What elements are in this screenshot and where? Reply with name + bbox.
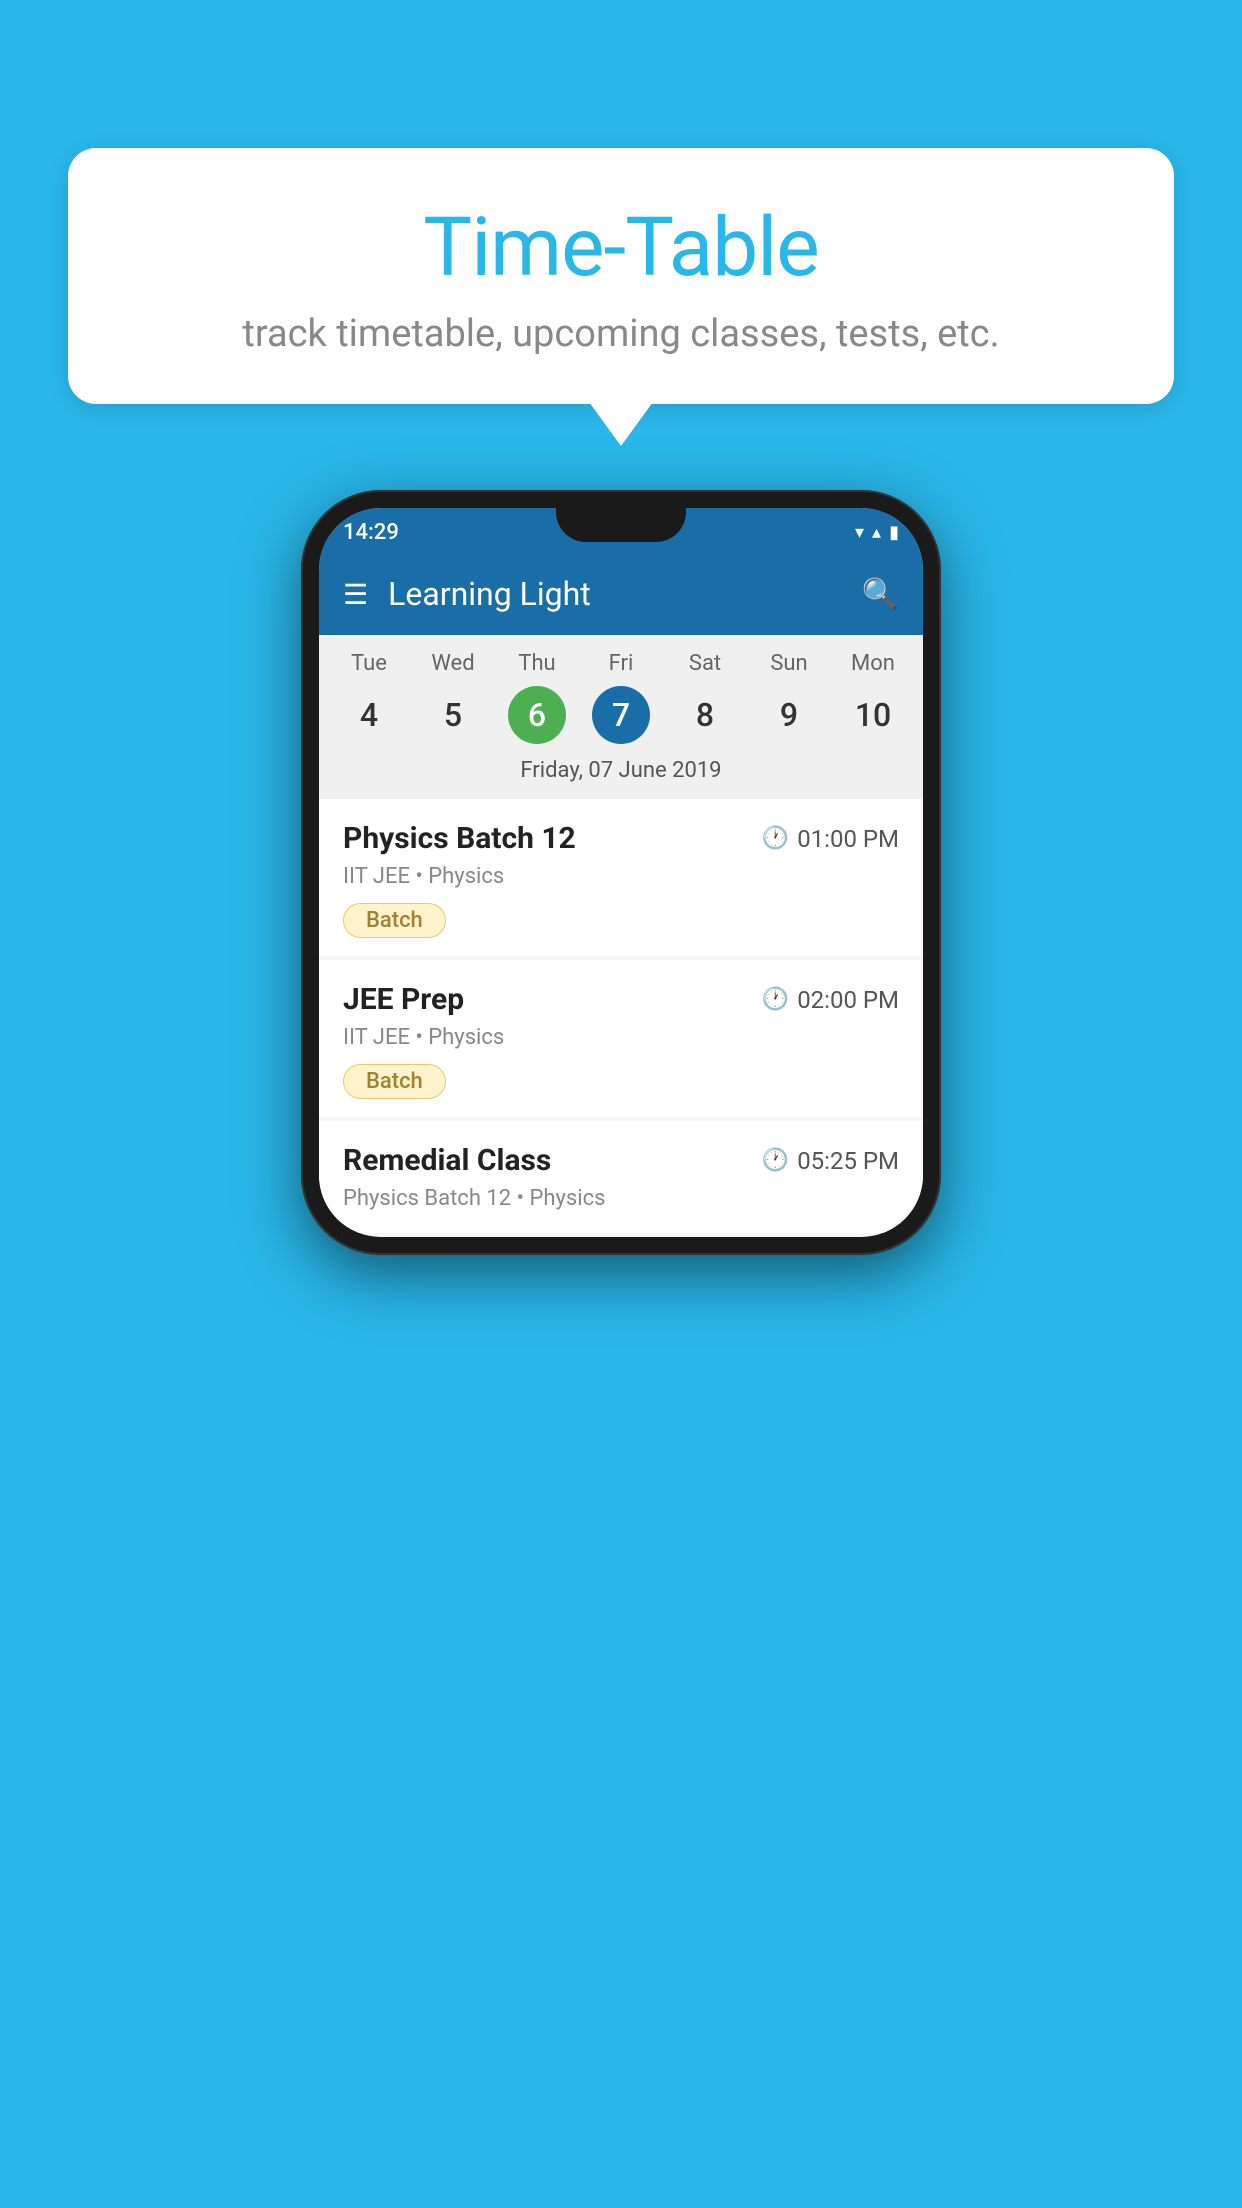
speech-bubble: Time-Table track timetable, upcoming cla… [68, 148, 1174, 404]
day-name-wed: Wed [431, 651, 474, 676]
class-time-val-3: 05:25 PM [797, 1147, 899, 1175]
day-num-fri: 7 [592, 686, 650, 744]
bubble-subtitle: track timetable, upcoming classes, tests… [128, 312, 1114, 356]
clock-icon-2: 🕐 [762, 987, 789, 1012]
day-name-mon: Mon [851, 651, 895, 676]
day-col-sun[interactable]: Sun 9 [750, 651, 828, 744]
class-item-top-1: Physics Batch 12 🕐 01:00 PM [343, 821, 899, 856]
selected-date-label: Friday, 07 June 2019 [319, 744, 923, 799]
battery-icon: ▮ [889, 522, 899, 543]
day-num-sat: 8 [676, 686, 734, 744]
batch-badge-2: Batch [343, 1064, 446, 1099]
class-item-top-3: Remedial Class 🕐 05:25 PM [343, 1143, 899, 1178]
search-icon[interactable]: 🔍 [862, 577, 899, 612]
app-title: Learning Light [388, 575, 862, 613]
day-col-fri[interactable]: Fri 7 [582, 651, 660, 744]
class-name-2: JEE Prep [343, 982, 464, 1017]
day-name-thu: Thu [518, 651, 555, 676]
day-col-mon[interactable]: Mon 10 [834, 651, 912, 744]
status-icons: ▾ ▴ ▮ [855, 522, 899, 543]
class-time-2: 🕐 02:00 PM [762, 986, 899, 1014]
class-item-3[interactable]: Remedial Class 🕐 05:25 PM Physics Batch … [319, 1121, 923, 1233]
class-subject-3: Physics Batch 12 • Physics [343, 1186, 899, 1211]
day-num-tue: 4 [340, 686, 398, 744]
clock-icon-1: 🕐 [762, 826, 789, 851]
day-num-thu: 6 [508, 686, 566, 744]
bubble-title: Time-Table [128, 200, 1114, 296]
class-subject-1: IIT JEE • Physics [343, 864, 899, 889]
days-row: Tue 4 Wed 5 Thu 6 Fri 7 [319, 651, 923, 744]
class-time-val-1: 01:00 PM [797, 825, 899, 853]
class-item-1[interactable]: Physics Batch 12 🕐 01:00 PM IIT JEE • Ph… [319, 799, 923, 956]
day-num-mon: 10 [844, 686, 902, 744]
speech-bubble-container: Time-Table track timetable, upcoming cla… [68, 148, 1174, 404]
day-col-sat[interactable]: Sat 8 [666, 651, 744, 744]
hamburger-icon[interactable]: ☰ [343, 578, 368, 611]
clock-icon-3: 🕐 [762, 1148, 789, 1173]
status-time: 14:29 [343, 520, 399, 545]
class-name-1: Physics Batch 12 [343, 821, 576, 856]
signal-icon: ▴ [872, 522, 881, 543]
batch-badge-1: Batch [343, 903, 446, 938]
class-time-val-2: 02:00 PM [797, 986, 899, 1014]
class-item-top-2: JEE Prep 🕐 02:00 PM [343, 982, 899, 1017]
class-item-2[interactable]: JEE Prep 🕐 02:00 PM IIT JEE • Physics Ba… [319, 960, 923, 1117]
day-name-sun: Sun [770, 651, 807, 676]
app-header: ☰ Learning Light 🔍 [319, 553, 923, 635]
class-list: Physics Batch 12 🕐 01:00 PM IIT JEE • Ph… [319, 799, 923, 1233]
phone-outer-frame: 14:29 ▾ ▴ ▮ ☰ Learning Light 🔍 Tue [301, 490, 941, 1255]
day-col-wed[interactable]: Wed 5 [414, 651, 492, 744]
day-name-tue: Tue [351, 651, 387, 676]
day-name-sat: Sat [689, 651, 721, 676]
day-num-sun: 9 [760, 686, 818, 744]
class-time-3: 🕐 05:25 PM [762, 1147, 899, 1175]
class-name-3: Remedial Class [343, 1143, 551, 1178]
wifi-icon: ▾ [855, 522, 864, 543]
day-col-thu[interactable]: Thu 6 [498, 651, 576, 744]
calendar-strip: Tue 4 Wed 5 Thu 6 Fri 7 [319, 635, 923, 799]
status-bar: 14:29 ▾ ▴ ▮ [319, 508, 923, 553]
phone-screen: 14:29 ▾ ▴ ▮ ☰ Learning Light 🔍 Tue [319, 508, 923, 1237]
class-time-1: 🕐 01:00 PM [762, 825, 899, 853]
day-name-fri: Fri [609, 651, 634, 676]
phone-mockup: 14:29 ▾ ▴ ▮ ☰ Learning Light 🔍 Tue [301, 490, 941, 1255]
class-subject-2: IIT JEE • Physics [343, 1025, 899, 1050]
day-num-wed: 5 [424, 686, 482, 744]
phone-notch [556, 508, 686, 542]
day-col-tue[interactable]: Tue 4 [330, 651, 408, 744]
